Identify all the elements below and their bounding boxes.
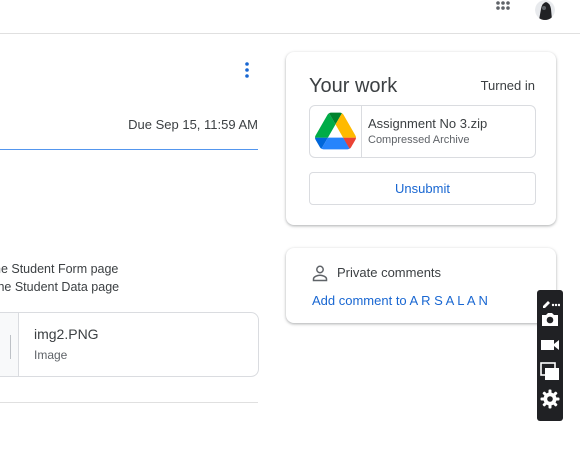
top-bar [0,0,580,34]
description-line: he Student Form page [0,262,119,276]
your-work-card: Your work Turned in Assignment No 3.zip … [286,52,556,225]
apps-grid-icon[interactable] [495,0,511,16]
description-line: the Student Data page [0,280,120,294]
file-name: Assignment No 3.zip [368,116,488,131]
video-camera-icon[interactable] [540,335,560,355]
attachment-name: img2.PNG [34,326,99,342]
user-avatar[interactable] [535,0,555,20]
capture-toolbar [537,290,563,421]
work-status: Turned in [480,78,535,93]
more-vert-icon[interactable] [240,60,254,80]
header-divider [0,149,258,150]
attachment-type: Image [34,348,68,362]
attachment-thumbnail [0,313,19,376]
unsubmit-button[interactable]: Unsubmit [309,172,536,205]
your-work-title: Your work [309,75,398,97]
submitted-file[interactable]: Assignment No 3.zip Compressed Archive [309,105,536,158]
camera-icon[interactable] [540,309,560,329]
file-type: Compressed Archive [368,134,470,146]
person-icon [312,265,328,282]
private-comments-card: Private comments Add comment to A R S A … [286,248,556,323]
settings-gear-icon[interactable] [540,389,560,409]
windows-icon[interactable] [540,362,560,382]
google-drive-icon [315,112,356,150]
private-comments-title: Private comments [337,265,442,280]
add-comment-link[interactable]: Add comment to A R S A L A N [312,293,488,308]
due-date: Due Sep 15, 11:59 AM [128,117,258,132]
section-divider [0,402,258,403]
attachment-card[interactable]: img2.PNG Image [0,312,259,377]
